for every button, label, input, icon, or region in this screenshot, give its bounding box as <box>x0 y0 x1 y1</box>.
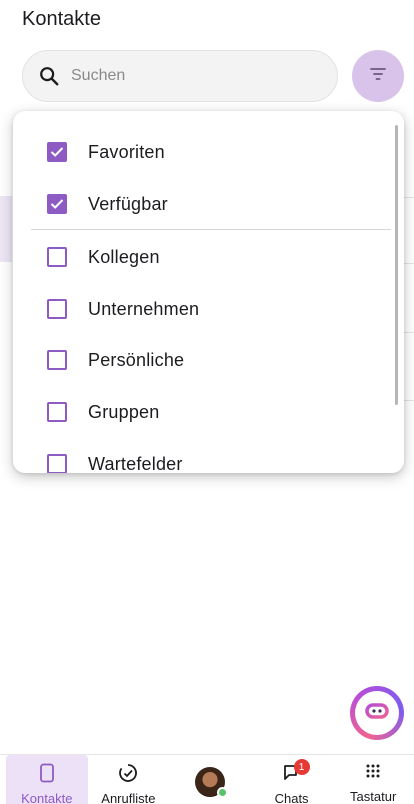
checkbox[interactable] <box>47 402 67 422</box>
list-item-background <box>0 196 12 262</box>
nav-anrufliste[interactable]: Anrufliste <box>88 755 170 804</box>
filter-option-label: Wartefelder <box>88 453 183 474</box>
filter-dropdown: Favoriten Verfügbar Kollegen Unternehmen… <box>13 111 404 473</box>
page-title: Kontakte <box>22 8 101 30</box>
assistant-fab-button[interactable] <box>350 686 404 740</box>
scrollbar[interactable] <box>395 125 398 405</box>
checkbox[interactable] <box>47 247 67 267</box>
filter-option-persoenliche[interactable]: Persönliche <box>13 340 404 380</box>
nav-label: Tastatur <box>350 789 397 804</box>
checkbox-checked[interactable] <box>47 194 67 214</box>
checkbox[interactable] <box>47 350 67 370</box>
filter-option-label: Gruppen <box>88 401 160 422</box>
search-icon <box>37 64 61 88</box>
assistant-icon <box>362 696 392 731</box>
filter-button[interactable] <box>352 50 404 102</box>
filter-option-favoriten[interactable]: Favoriten <box>13 132 404 172</box>
filter-option-unternehmen[interactable]: Unternehmen <box>13 289 404 329</box>
nav-label: Kontakte <box>21 791 73 804</box>
filter-option-label: Favoriten <box>88 141 165 162</box>
filter-icon <box>368 67 388 86</box>
call-history-icon <box>118 763 138 788</box>
filter-option-kollegen[interactable]: Kollegen <box>13 237 404 277</box>
filter-option-label: Persönliche <box>88 349 185 370</box>
checkbox[interactable] <box>47 454 67 473</box>
presence-indicator <box>216 787 228 798</box>
nav-chats[interactable]: 1 Chats <box>251 755 333 804</box>
nav-kontakte[interactable]: Kontakte <box>6 755 88 804</box>
bottom-navigation: Kontakte Anrufliste 1 Chats Tastatur <box>0 754 414 804</box>
unread-badge: 1 <box>293 759 310 775</box>
nav-profile[interactable] <box>169 755 251 804</box>
checkbox[interactable] <box>47 299 67 319</box>
avatar <box>194 767 228 798</box>
search-input[interactable] <box>71 67 321 85</box>
filter-option-verfuegbar[interactable]: Verfügbar <box>13 184 404 224</box>
nav-label: Anrufliste <box>101 791 156 804</box>
filter-option-label: Unternehmen <box>88 298 200 319</box>
filter-option-wartefelder[interactable]: Wartefelder <box>13 444 404 473</box>
menu-divider <box>31 229 391 230</box>
filter-option-gruppen[interactable]: Gruppen <box>13 392 404 432</box>
nav-tastatur[interactable]: Tastatur <box>332 755 414 804</box>
filter-option-label: Verfügbar <box>88 193 168 214</box>
contacts-icon <box>38 763 56 788</box>
dialpad-icon <box>365 763 381 786</box>
filter-option-label: Kollegen <box>88 246 160 267</box>
search-bar[interactable] <box>22 50 338 102</box>
checkbox-checked[interactable] <box>47 142 67 162</box>
nav-label: Chats <box>274 791 309 804</box>
